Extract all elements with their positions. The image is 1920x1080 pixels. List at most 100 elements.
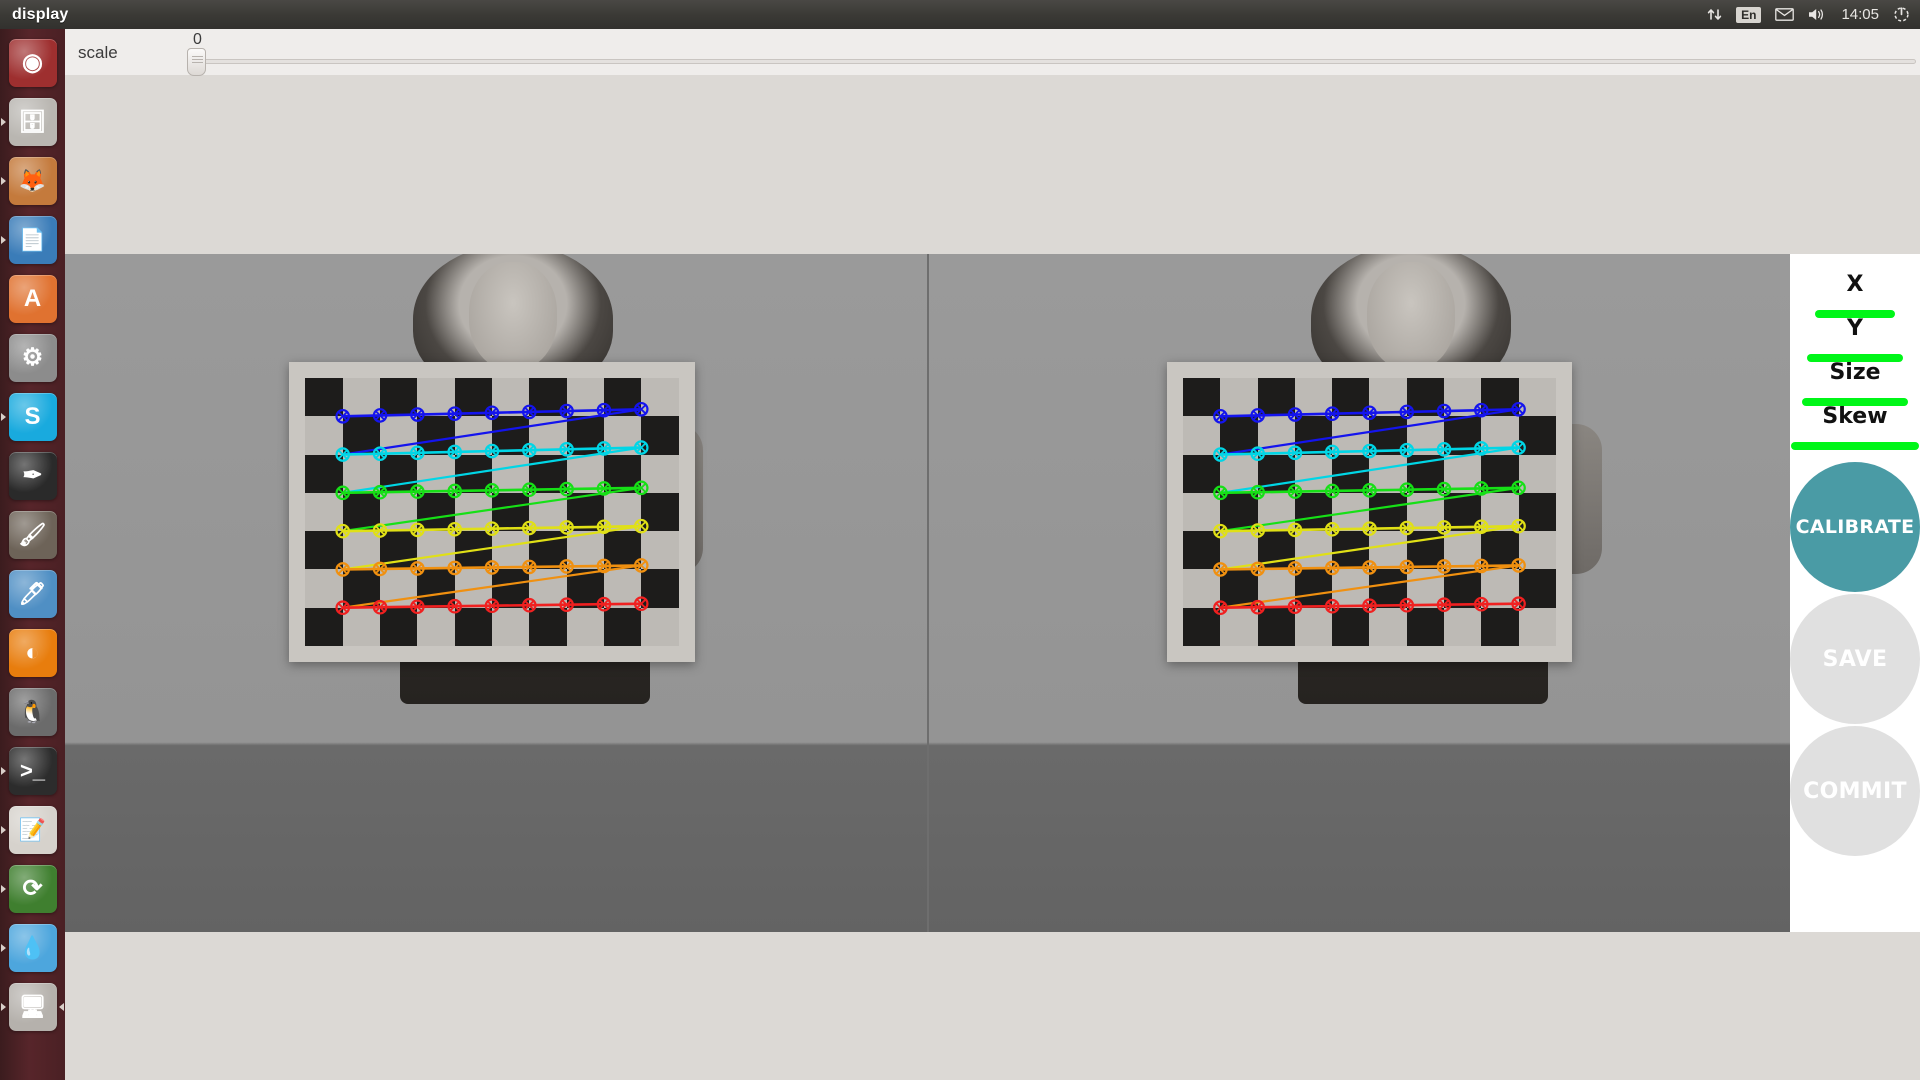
checkerboard-square [603, 607, 642, 646]
paint-splash-launcher-item[interactable]: 💧 [0, 918, 65, 977]
checkerboard-square [1369, 416, 1407, 455]
checkerboard-square [1518, 492, 1556, 532]
ubuntu-software-center-launcher-item[interactable]: A [0, 269, 65, 328]
skype-icon[interactable]: S [8, 392, 57, 441]
checkerboard-pattern [1183, 378, 1556, 646]
skype-launcher-item[interactable]: S [0, 387, 65, 446]
save-button: SAVE [1790, 594, 1920, 724]
checkerboard-square [1406, 454, 1445, 493]
window-top-filler [65, 75, 1920, 254]
calibration-control-panel: X Y Size Skew CALIBRATE SAVE COMMIT [1790, 254, 1920, 932]
checkerboard-square [1406, 531, 1445, 570]
metric-label-skew: Skew [1822, 404, 1888, 429]
files-nautilus-icon[interactable]: 🗄 [8, 97, 57, 146]
calibrate-button[interactable]: CALIBRATE [1790, 462, 1920, 592]
firefox-launcher-item[interactable]: 🦊 [0, 151, 65, 210]
right-camera-image[interactable] [927, 254, 1790, 932]
krita-icon[interactable]: 🖊 [8, 569, 57, 618]
krita-launcher-item[interactable]: 🖊 [0, 564, 65, 623]
unity-launcher[interactable]: ◉ 🗄 🦊 📄 A ⚙ S ✒ 🖌 🖊 ◐ 🐧 >_ 📝 ⟳ 💧 🖥 [0, 29, 65, 1080]
person-face [468, 262, 557, 370]
stereo-view [65, 254, 1920, 932]
window-bottom-filler [65, 932, 1920, 1080]
window-title: display [12, 5, 69, 23]
checkerboard-square [1294, 569, 1333, 608]
checkerboard-square [1444, 492, 1482, 532]
running-indicator-pip [1, 766, 6, 775]
checkerboard-square [1183, 378, 1221, 417]
paint-splash-icon[interactable]: 💧 [8, 923, 57, 972]
ubuntu-software-center-icon-glyph: A [23, 284, 42, 312]
inkscape-icon-glyph: ✒ [22, 462, 43, 489]
checkerboard-square [1332, 454, 1370, 493]
checkerboard-square [1332, 607, 1370, 646]
files-nautilus-launcher-item[interactable]: 🗄 [0, 92, 65, 151]
skype-icon-glyph: S [24, 402, 41, 430]
metric-label-y: Y [1847, 316, 1863, 341]
checkerboard-square [380, 531, 418, 570]
workspace-switcher-launcher-item[interactable]: 🖥 [0, 977, 65, 1036]
scale-slider-track[interactable] [198, 59, 1916, 64]
scale-slider-thumb[interactable] [187, 48, 206, 76]
metric-label-size: Size [1829, 360, 1881, 385]
ubuntu-dash-icon-glyph: ◉ [22, 49, 43, 76]
running-indicator-pip [1, 176, 6, 185]
running-indicator-pip [1, 117, 6, 126]
checkerboard-square [305, 378, 343, 417]
checkerboard-square [1481, 607, 1519, 646]
libreoffice-writer-icon[interactable]: 📄 [8, 215, 57, 264]
files-nautilus-icon-glyph: 🗄 [18, 108, 47, 134]
checkerboard-square [1183, 454, 1221, 493]
ubuntu-dash-icon[interactable]: ◉ [8, 38, 57, 87]
keyboard-layout-indicator[interactable]: En [1736, 6, 1762, 23]
checkerboard-square [1294, 416, 1333, 455]
top-panel: display En 14:05 [0, 0, 1920, 29]
network-transfer-icon[interactable] [1707, 7, 1722, 22]
krita-icon-glyph: 🖊 [18, 580, 47, 606]
software-updater-launcher-item[interactable]: ⟳ [0, 859, 65, 918]
workspace-switcher-icon[interactable]: 🖥 [8, 982, 57, 1031]
system-settings-icon[interactable]: ⚙ [8, 333, 57, 382]
blender-launcher-item[interactable]: ◐ [0, 623, 65, 682]
checkerboard-square [641, 416, 679, 455]
audacity-penguin-icon[interactable]: 🐧 [8, 687, 57, 736]
audacity-penguin-launcher-item[interactable]: 🐧 [0, 682, 65, 741]
checkerboard-square [1444, 569, 1482, 608]
right-scene [929, 254, 1790, 932]
running-indicator-pip [1, 1002, 6, 1011]
volume-icon[interactable] [1808, 7, 1827, 22]
checkerboard-square [1369, 492, 1407, 532]
checkerboard-square [342, 492, 381, 532]
power-gear-icon[interactable] [1893, 6, 1910, 23]
running-indicator-pip [1, 235, 6, 244]
terminal-launcher-item[interactable]: >_ [0, 741, 65, 800]
checkerboard-square [491, 569, 530, 608]
commit-button: COMMIT [1790, 726, 1920, 856]
clock[interactable]: 14:05 [1841, 6, 1879, 23]
mail-icon[interactable] [1775, 8, 1795, 21]
checkerboard-square [1257, 454, 1295, 493]
left-camera-image[interactable] [65, 254, 927, 932]
checkerboard-square [1444, 416, 1482, 455]
checkerboard-square [1518, 569, 1556, 608]
checkerboard-square [529, 531, 567, 570]
inkscape-icon[interactable]: ✒ [8, 451, 57, 500]
firefox-icon[interactable]: 🦊 [8, 156, 57, 205]
text-editor-launcher-item[interactable]: 📝 [0, 800, 65, 859]
checkerboard-square [1220, 492, 1258, 532]
inkscape-launcher-item[interactable]: ✒ [0, 446, 65, 505]
checkerboard-square [1518, 416, 1556, 455]
text-editor-icon[interactable]: 📝 [8, 805, 57, 854]
ubuntu-software-center-icon[interactable]: A [8, 274, 57, 323]
blender-icon[interactable]: ◐ [8, 628, 57, 677]
left-scene [65, 254, 927, 932]
system-tray: En 14:05 [1707, 6, 1920, 23]
gimp-icon[interactable]: 🖌 [8, 510, 57, 559]
ubuntu-dash-launcher-item[interactable]: ◉ [0, 33, 65, 92]
system-settings-launcher-item[interactable]: ⚙ [0, 328, 65, 387]
terminal-icon[interactable]: >_ [8, 746, 57, 795]
libreoffice-writer-launcher-item[interactable]: 📄 [0, 210, 65, 269]
gimp-launcher-item[interactable]: 🖌 [0, 505, 65, 564]
software-updater-icon[interactable]: ⟳ [8, 864, 57, 913]
checkerboard-square [529, 378, 567, 417]
